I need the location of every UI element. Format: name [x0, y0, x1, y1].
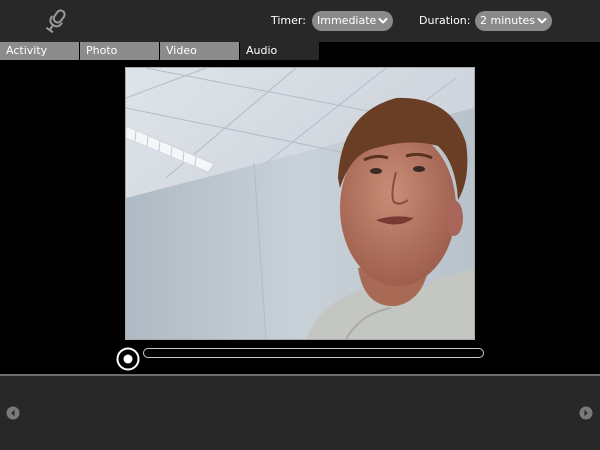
chevron-down-icon	[537, 18, 547, 24]
duration-label: Duration:	[419, 14, 471, 27]
microphone-icon[interactable]	[42, 7, 70, 35]
arrow-right-icon[interactable]	[579, 405, 593, 420]
record-icon	[116, 347, 140, 371]
tab-audio[interactable]: Audio	[240, 42, 319, 60]
timer-value: Immediate	[317, 14, 377, 27]
tab-photo[interactable]: Photo	[80, 42, 159, 60]
object-tray	[0, 376, 600, 450]
chevron-down-icon	[378, 18, 388, 24]
toolbar: Timer: Immediate Duration: 2 minutes	[0, 0, 600, 42]
tab-label: Video	[166, 44, 197, 57]
tab-label: Photo	[86, 44, 118, 57]
tab-bar: Activity Photo Video Audio	[0, 42, 600, 60]
record-button[interactable]	[116, 347, 140, 371]
duration-value: 2 minutes	[480, 14, 536, 27]
tab-label: Audio	[246, 44, 278, 57]
preview-area	[0, 60, 600, 374]
webcam-photo	[125, 67, 475, 340]
recording-progress-bar	[143, 348, 484, 358]
arrow-left-icon[interactable]	[6, 405, 20, 420]
tab-activity[interactable]: Activity	[0, 42, 79, 60]
tab-video[interactable]: Video	[160, 42, 239, 60]
timer-select[interactable]: Immediate	[312, 11, 393, 31]
timer-label: Timer:	[271, 14, 306, 27]
duration-select[interactable]: 2 minutes	[475, 11, 552, 31]
tab-label: Activity	[6, 44, 48, 57]
